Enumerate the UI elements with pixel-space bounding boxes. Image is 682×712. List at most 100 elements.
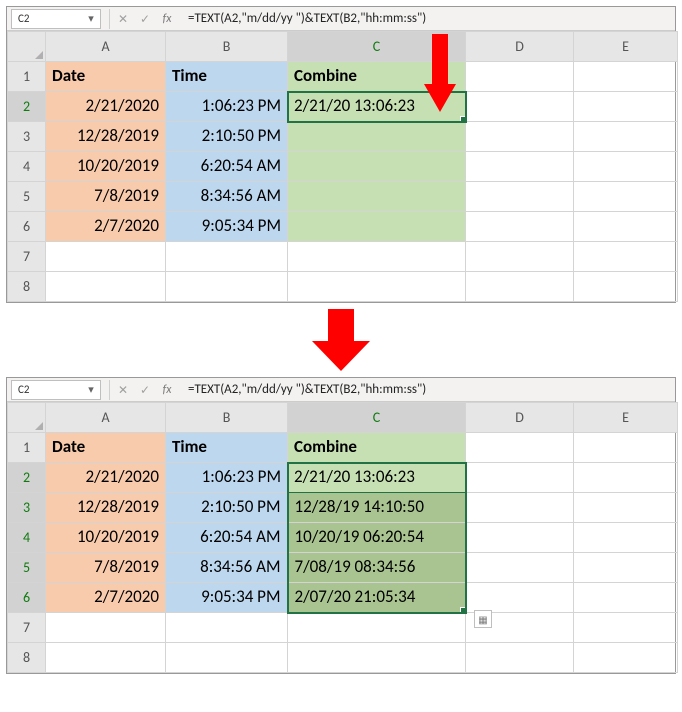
cell[interactable] <box>166 613 288 643</box>
header-cell-date[interactable]: Date <box>46 62 166 92</box>
row-header[interactable]: 7 <box>8 242 46 272</box>
cell-date[interactable]: 2/7/2020 <box>46 212 166 242</box>
row-header[interactable]: 1 <box>8 62 46 92</box>
cell[interactable] <box>288 643 466 673</box>
cell-combine-selected[interactable]: 2/07/20 21:05:34 <box>288 583 466 613</box>
header-cell-date[interactable]: Date <box>46 433 166 463</box>
cell[interactable] <box>466 242 574 272</box>
cancel-icon[interactable]: ✕ <box>112 383 134 397</box>
cell[interactable] <box>466 92 574 122</box>
cell[interactable] <box>574 182 678 212</box>
cell[interactable] <box>466 272 574 302</box>
cell[interactable] <box>466 643 574 673</box>
cell[interactable] <box>466 523 574 553</box>
name-box[interactable]: C2 ▾ <box>11 9 101 29</box>
cell[interactable] <box>574 92 678 122</box>
cell[interactable] <box>466 62 574 92</box>
cell-date[interactable]: 2/21/2020 <box>46 92 166 122</box>
row-header[interactable]: 5 <box>8 182 46 212</box>
cell-time[interactable]: 2:10:50 PM <box>166 122 288 152</box>
cell[interactable] <box>466 553 574 583</box>
cell-combine-selected[interactable]: 7/08/19 08:34:56 <box>288 553 466 583</box>
col-header-d[interactable]: D <box>466 403 574 433</box>
cell[interactable] <box>466 122 574 152</box>
header-cell-time[interactable]: Time <box>166 62 288 92</box>
cell-date[interactable]: 12/28/2019 <box>46 493 166 523</box>
cell-date[interactable]: 2/7/2020 <box>46 583 166 613</box>
cell[interactable] <box>288 242 466 272</box>
header-cell-combine[interactable]: Combine <box>288 433 466 463</box>
cell-combine-selected[interactable]: 10/20/19 06:20:54 <box>288 523 466 553</box>
row-header[interactable]: 4 <box>8 523 46 553</box>
col-header-e[interactable]: E <box>574 32 678 62</box>
cell[interactable] <box>466 583 574 613</box>
col-header-c[interactable]: C <box>288 403 466 433</box>
cell-combine[interactable] <box>288 152 466 182</box>
row-header[interactable]: 6 <box>8 583 46 613</box>
cell[interactable] <box>166 272 288 302</box>
cell[interactable] <box>574 583 678 613</box>
col-header-b[interactable]: B <box>166 32 288 62</box>
col-header-d[interactable]: D <box>466 32 574 62</box>
name-box-dropdown-icon[interactable]: ▾ <box>84 383 98 396</box>
cell-time[interactable]: 1:06:23 PM <box>166 463 288 493</box>
cell[interactable] <box>574 613 678 643</box>
col-header-b[interactable]: B <box>166 403 288 433</box>
cell[interactable] <box>46 613 166 643</box>
cell[interactable] <box>466 433 574 463</box>
cell-date[interactable]: 2/21/2020 <box>46 463 166 493</box>
row-header[interactable]: 2 <box>8 92 46 122</box>
cell[interactable] <box>574 62 678 92</box>
formula-input[interactable]: =TEXT(A2,"m/dd/yy ")&TEXT(B2,"hh:mm:ss") <box>178 11 675 26</box>
cell[interactable] <box>574 212 678 242</box>
col-header-e[interactable]: E <box>574 403 678 433</box>
cell-date[interactable]: 7/8/2019 <box>46 553 166 583</box>
cell[interactable] <box>574 643 678 673</box>
cell[interactable] <box>574 523 678 553</box>
cell[interactable] <box>574 553 678 583</box>
cell-combine-active[interactable]: 2/21/20 13:06:23 <box>288 463 466 493</box>
cell[interactable] <box>574 152 678 182</box>
cell[interactable] <box>466 463 574 493</box>
select-all-corner[interactable] <box>8 403 46 433</box>
name-box[interactable]: C2 ▾ <box>11 380 101 400</box>
spreadsheet-grid-before[interactable]: A B C D E 1 Date Time Combine 2 2/21/202… <box>7 31 678 302</box>
cell-time[interactable]: 6:20:54 AM <box>166 523 288 553</box>
row-header[interactable]: 3 <box>8 493 46 523</box>
row-header[interactable]: 8 <box>8 643 46 673</box>
cell-time[interactable]: 9:05:34 PM <box>166 212 288 242</box>
cell[interactable] <box>574 122 678 152</box>
enter-icon[interactable]: ✓ <box>134 383 156 397</box>
name-box-dropdown-icon[interactable]: ▾ <box>84 12 98 25</box>
cell[interactable] <box>574 493 678 523</box>
autofill-options-icon[interactable]: ▦ <box>474 610 492 628</box>
cancel-icon[interactable]: ✕ <box>112 12 134 26</box>
cell-date[interactable]: 10/20/2019 <box>46 523 166 553</box>
cell[interactable] <box>166 643 288 673</box>
cell-date[interactable]: 7/8/2019 <box>46 182 166 212</box>
cell-time[interactable]: 1:06:23 PM <box>166 92 288 122</box>
cell[interactable] <box>466 212 574 242</box>
cell[interactable] <box>46 272 166 302</box>
cell[interactable] <box>288 272 466 302</box>
cell[interactable] <box>574 272 678 302</box>
cell-time[interactable]: 6:20:54 AM <box>166 152 288 182</box>
col-header-a[interactable]: A <box>46 32 166 62</box>
cell-time[interactable]: 8:34:56 AM <box>166 553 288 583</box>
cell[interactable] <box>288 613 466 643</box>
insert-function-icon[interactable]: fx <box>156 383 178 397</box>
row-header[interactable]: 5 <box>8 553 46 583</box>
cell-combine[interactable] <box>288 212 466 242</box>
row-header[interactable]: 2 <box>8 463 46 493</box>
cell[interactable] <box>166 242 288 272</box>
col-header-a[interactable]: A <box>46 403 166 433</box>
cell-combine[interactable] <box>288 122 466 152</box>
cell[interactable] <box>466 493 574 523</box>
spreadsheet-grid-after[interactable]: A B C D E 1 Date Time Combine 2 2/21/202… <box>7 402 678 673</box>
cell[interactable] <box>574 242 678 272</box>
cell-time[interactable]: 2:10:50 PM <box>166 493 288 523</box>
row-header[interactable]: 1 <box>8 433 46 463</box>
enter-icon[interactable]: ✓ <box>134 12 156 26</box>
insert-function-icon[interactable]: fx <box>156 12 178 26</box>
row-header[interactable]: 8 <box>8 272 46 302</box>
